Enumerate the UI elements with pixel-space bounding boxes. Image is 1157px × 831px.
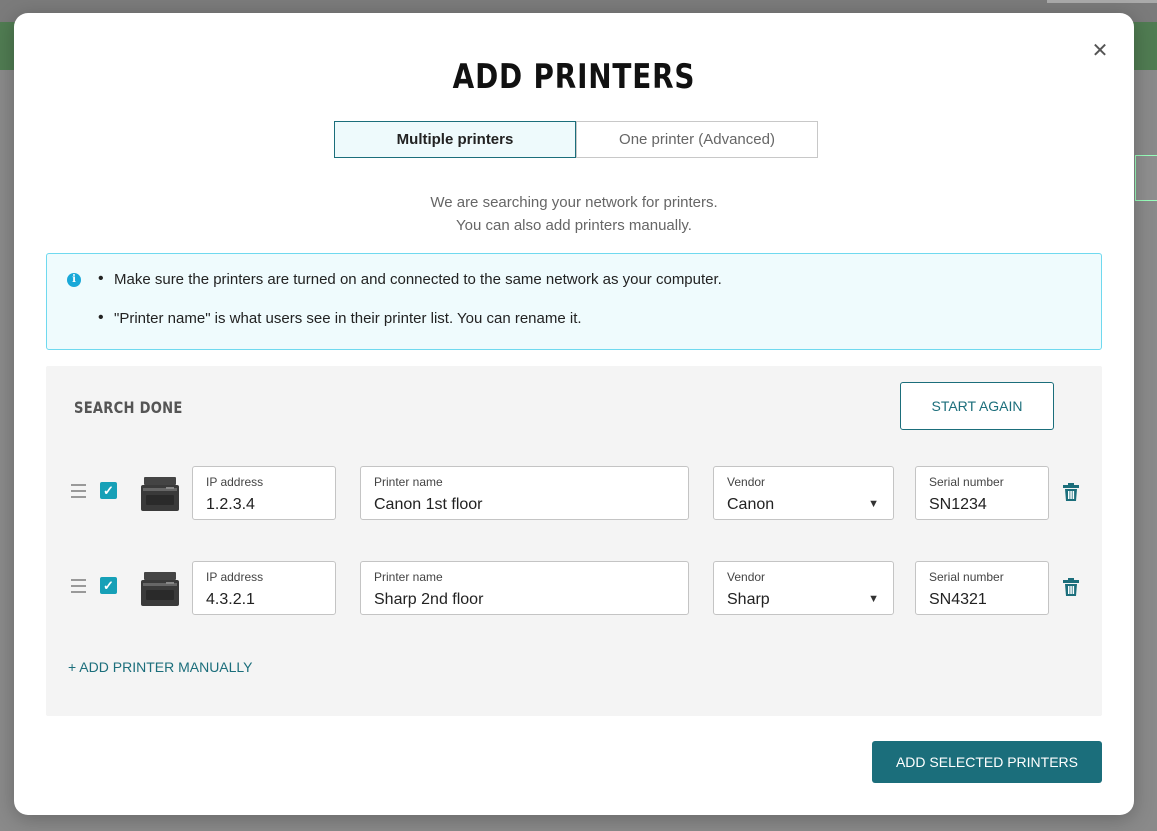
printer-icon	[141, 477, 179, 511]
ip-address-label: IP address	[206, 570, 264, 584]
printer-name-value: Canon 1st floor	[374, 496, 483, 513]
printer-name-value: Sharp 2nd floor	[374, 591, 484, 608]
info-bullet: "Printer name" is what users see in thei…	[98, 309, 722, 349]
vendor-select[interactable]: Vendor Canon ▼	[713, 466, 894, 520]
ip-address-value: 4.3.2.1	[206, 591, 255, 608]
trash-icon[interactable]	[1063, 483, 1079, 501]
vendor-label: Vendor	[727, 570, 766, 584]
serial-number-label: Serial number	[929, 570, 1004, 584]
drag-handle-icon[interactable]	[71, 484, 86, 502]
serial-number-field[interactable]: Serial number SN1234	[915, 466, 1049, 520]
printer-name-label: Printer name	[374, 570, 443, 584]
dropdown-arrow-icon: ▼	[868, 498, 879, 510]
background-topbar	[1047, 0, 1157, 3]
vendor-label: Vendor	[727, 475, 766, 489]
info-box: i Make sure the printers are turned on a…	[46, 253, 1102, 350]
search-results-panel: SEARCH DONE START AGAIN ✓ IP address 1.2…	[46, 366, 1102, 716]
ip-address-value: 1.2.3.4	[206, 496, 255, 513]
vendor-value: Sharp	[727, 591, 770, 608]
add-selected-printers-button[interactable]: ADD SELECTED PRINTERS	[872, 741, 1102, 783]
serial-number-value: SN1234	[929, 496, 987, 513]
add-printers-dialog: ✕ ADD PRINTERS Multiple printers One pri…	[14, 13, 1134, 815]
dropdown-arrow-icon: ▼	[868, 593, 879, 605]
printer-checkbox[interactable]: ✓	[100, 482, 117, 499]
info-list: Make sure the printers are turned on and…	[98, 270, 722, 349]
subtitle-line-2: You can also add printers manually.	[456, 217, 692, 234]
start-again-button[interactable]: START AGAIN	[900, 382, 1054, 430]
drag-handle-icon[interactable]	[71, 579, 86, 597]
vendor-select[interactable]: Vendor Sharp ▼	[713, 561, 894, 615]
serial-number-field[interactable]: Serial number SN4321	[915, 561, 1049, 615]
printer-name-label: Printer name	[374, 475, 443, 489]
vendor-value: Canon	[727, 496, 775, 513]
add-printer-manually-link[interactable]: + ADD PRINTER MANUALLY	[68, 659, 253, 675]
info-icon: i	[67, 273, 81, 287]
printer-name-field[interactable]: Printer name Canon 1st floor	[360, 466, 689, 520]
mode-tabs: Multiple printers One printer (Advanced)	[334, 121, 818, 158]
printer-row: ✓ IP address 4.3.2.1 Printer name Sharp …	[46, 561, 1102, 615]
tab-multiple-printers[interactable]: Multiple printers	[334, 121, 576, 158]
printer-icon	[141, 572, 179, 606]
search-description: We are searching your network for printe…	[14, 191, 1134, 237]
close-icon[interactable]: ✕	[1090, 41, 1110, 61]
ip-address-field[interactable]: IP address 4.3.2.1	[192, 561, 336, 615]
serial-number-label: Serial number	[929, 475, 1004, 489]
printer-name-field[interactable]: Printer name Sharp 2nd floor	[360, 561, 689, 615]
serial-number-value: SN4321	[929, 591, 987, 608]
info-bullet: Make sure the printers are turned on and…	[98, 270, 722, 310]
tab-one-printer-advanced[interactable]: One printer (Advanced)	[576, 121, 818, 158]
search-status: SEARCH DONE	[74, 398, 183, 417]
printer-checkbox[interactable]: ✓	[100, 577, 117, 594]
subtitle-line-1: We are searching your network for printe…	[430, 194, 718, 211]
printer-row: ✓ IP address 1.2.3.4 Printer name Canon …	[46, 466, 1102, 520]
ip-address-field[interactable]: IP address 1.2.3.4	[192, 466, 336, 520]
dialog-title: ADD PRINTERS	[452, 57, 696, 97]
background-side-tab	[1135, 155, 1157, 201]
trash-icon[interactable]	[1063, 578, 1079, 596]
ip-address-label: IP address	[206, 475, 264, 489]
